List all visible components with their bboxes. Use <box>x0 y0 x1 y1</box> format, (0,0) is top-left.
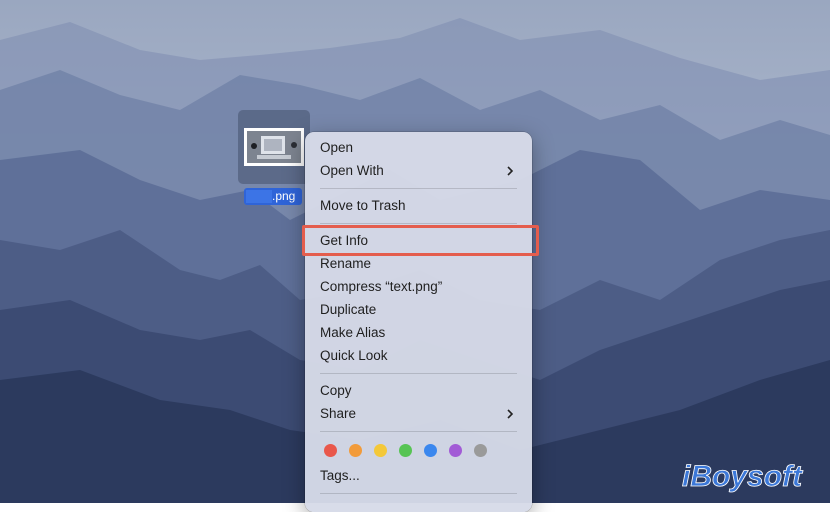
menu-item-copy[interactable]: Copy <box>310 380 527 402</box>
menu-item-move-to-trash[interactable]: Move to Trash <box>310 195 527 217</box>
context-menu: Open Open With Move to Trash Get Info Re… <box>305 132 532 512</box>
file-thumbnail[interactable] <box>244 128 304 166</box>
menu-separator <box>320 188 517 189</box>
menu-item-open[interactable]: Open <box>310 137 527 159</box>
menu-separator <box>320 431 517 432</box>
menu-separator <box>320 223 517 224</box>
tag-color-gray[interactable] <box>474 444 487 457</box>
get-info-highlight-box <box>302 225 539 256</box>
thumbnail-image-icon <box>247 131 301 163</box>
file-name-redacted <box>246 190 272 203</box>
menu-item-compress[interactable]: Compress “text.png” <box>310 276 527 298</box>
menu-item-quick-look[interactable]: Quick Look <box>310 345 527 367</box>
menu-item-duplicate[interactable]: Duplicate <box>310 299 527 321</box>
tag-color-purple[interactable] <box>449 444 462 457</box>
chevron-right-icon <box>507 166 514 176</box>
file-name-suffix: .png <box>272 189 296 203</box>
menu-item-share[interactable]: Share <box>310 403 527 425</box>
tag-color-orange[interactable] <box>349 444 362 457</box>
tag-color-green[interactable] <box>399 444 412 457</box>
menu-item-tags[interactable]: Tags... <box>310 465 527 487</box>
iboysoft-logo: iBoysoft <box>682 460 805 494</box>
menu-item-rename[interactable]: Rename <box>310 253 527 275</box>
file-name-label[interactable]: .png <box>244 188 302 205</box>
menu-separator <box>320 493 517 494</box>
menu-item-make-alias[interactable]: Make Alias <box>310 322 527 344</box>
menu-item-open-with[interactable]: Open With <box>310 160 527 182</box>
menu-separator <box>320 373 517 374</box>
tag-color-blue[interactable] <box>424 444 437 457</box>
svg-text:iBoysoft: iBoysoft <box>682 460 804 493</box>
tag-color-yellow[interactable] <box>374 444 387 457</box>
chevron-right-icon <box>507 409 514 419</box>
tag-color-red[interactable] <box>324 444 337 457</box>
